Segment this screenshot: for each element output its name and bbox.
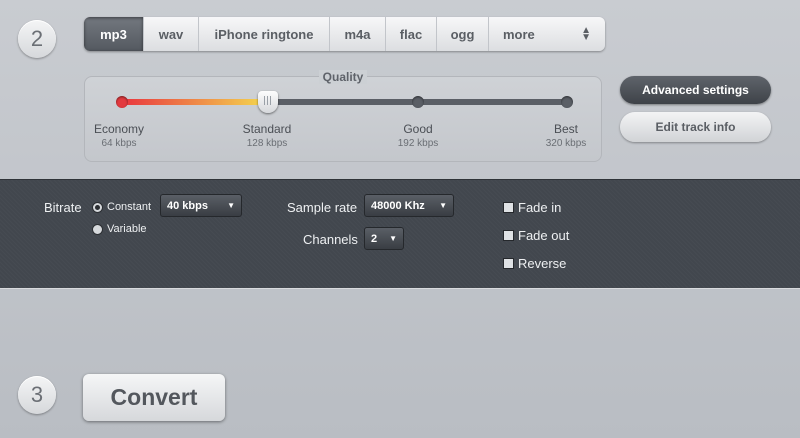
tab-ogg[interactable]: ogg [437, 17, 489, 51]
tab-iphone-ringtone[interactable]: iPhone ringtone [199, 17, 330, 51]
fade-out-label: Fade out [518, 228, 570, 243]
quality-panel: Quality Economy 64 kbps Standard 128 kbp… [84, 70, 602, 162]
chevron-down-icon: ▼ [389, 234, 397, 243]
quality-stop-best[interactable] [561, 96, 573, 108]
up-down-arrow-icon: ▲ ▼ [581, 25, 591, 43]
advanced-settings-button[interactable]: Advanced settings [620, 76, 771, 104]
tab-wav[interactable]: wav [144, 17, 199, 51]
quality-level-kbps: 64 kbps [101, 138, 137, 149]
quality-label-best: Best 320 kbps [526, 122, 606, 149]
quality-level-name: Best [553, 122, 578, 136]
channels-label: Channels [303, 232, 358, 247]
tab-mp3[interactable]: mp3 [84, 17, 144, 51]
tab-m4a[interactable]: m4a [330, 17, 386, 51]
sample-rate-select[interactable]: 48000 Khz ▼ [364, 194, 454, 217]
quality-level-name: Economy [93, 122, 145, 136]
convert-button[interactable]: Convert [83, 374, 225, 421]
quality-stop-good[interactable] [412, 96, 424, 108]
fade-in-label: Fade in [518, 200, 562, 215]
tab-more-label: more [503, 26, 535, 42]
quality-stop-economy[interactable] [116, 96, 128, 108]
bitrate-constant-label: Constant [107, 201, 152, 213]
channels-select[interactable]: 2 ▼ [364, 227, 404, 250]
chevron-down-icon: ▼ [227, 201, 235, 210]
quality-level-name: Standard [242, 122, 292, 136]
quality-label-good: Good 192 kbps [378, 122, 458, 149]
reverse-checkbox[interactable] [503, 258, 514, 269]
quality-slider-handle[interactable] [258, 91, 278, 113]
step-2-badge: 2 [18, 20, 56, 58]
tab-flac[interactable]: flac [386, 17, 437, 51]
bitrate-variable-label: Variable [107, 223, 147, 235]
quality-level-kbps: 320 kbps [545, 138, 587, 149]
quality-label-economy: Economy 64 kbps [79, 122, 159, 149]
format-tabs: mp3 wav iPhone ringtone m4a flac ogg mor… [84, 17, 605, 51]
tab-more[interactable]: more ▲ ▼ [489, 17, 605, 51]
bitrate-variable-radio[interactable] [92, 224, 103, 235]
fade-in-checkbox[interactable] [503, 202, 514, 213]
fade-out-checkbox[interactable] [503, 230, 514, 241]
quality-track-fill [121, 99, 267, 105]
quality-title: Quality [318, 70, 368, 84]
bitrate-constant-radio[interactable] [92, 202, 103, 213]
sample-rate-select-value: 48000 Khz [371, 199, 425, 212]
chevron-down-icon: ▼ [439, 201, 447, 210]
reverse-label: Reverse [518, 256, 567, 271]
quality-label-standard: Standard 128 kbps [227, 122, 307, 149]
bitrate-select-value: 40 kbps [167, 199, 208, 212]
sample-rate-label: Sample rate [287, 200, 358, 215]
step-3-badge: 3 [18, 376, 56, 414]
bitrate-label: Bitrate [44, 200, 82, 215]
quality-level-name: Good [403, 122, 433, 136]
channels-select-value: 2 [371, 232, 378, 245]
quality-level-kbps: 128 kbps [246, 138, 288, 149]
bitrate-select[interactable]: 40 kbps ▼ [160, 194, 242, 217]
quality-level-kbps: 192 kbps [397, 138, 439, 149]
advanced-settings-panel: Bitrate Constant Variable 40 kbps ▼ Samp… [0, 179, 800, 289]
edit-track-info-button[interactable]: Edit track info [620, 112, 771, 142]
